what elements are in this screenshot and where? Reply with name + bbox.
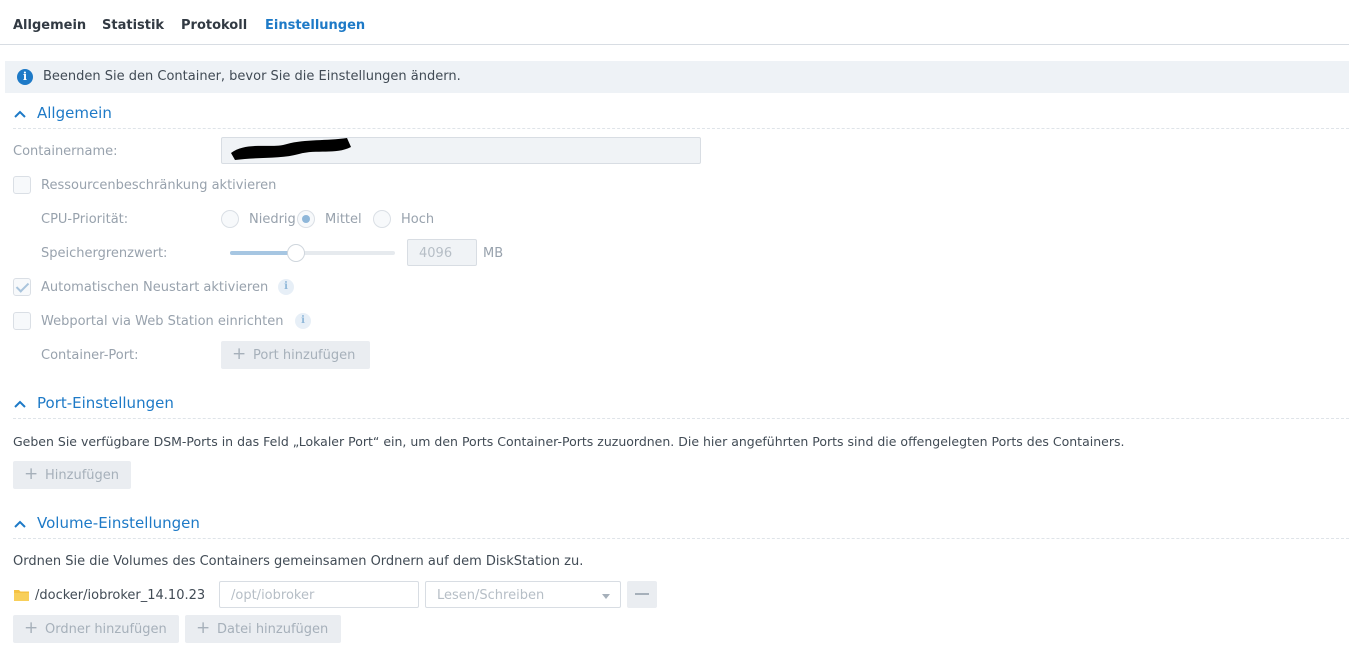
- auto-restart-checkbox[interactable]: [13, 278, 31, 296]
- volumes-description: Ordnen Sie die Volumes des Containers ge…: [13, 554, 584, 569]
- tab-bar: Allgemein Statistik Protokoll Einstellun…: [0, 0, 1349, 45]
- resource-limit-label: Ressourcenbeschränkung aktivieren: [41, 178, 277, 193]
- add-folder-button[interactable]: + Ordner hinzufügen: [13, 615, 179, 643]
- cpu-option-niedrig-label: Niedrig: [249, 212, 296, 227]
- tab-allgemein[interactable]: Allgemein: [13, 18, 86, 33]
- plus-icon: +: [196, 618, 211, 638]
- cpu-option-hoch-label: Hoch: [401, 212, 435, 227]
- auto-restart-info-icon[interactable]: i: [278, 279, 294, 295]
- cpu-radio-mittel[interactable]: [297, 210, 315, 228]
- ports-description: Geben Sie verfügbare DSM-Ports in das Fe…: [13, 434, 1125, 449]
- volume-permission-select[interactable]: Lesen/Schreiben: [425, 581, 621, 608]
- remove-volume-button[interactable]: [627, 581, 657, 608]
- memory-limit-label: Speichergrenzwert:: [41, 246, 168, 261]
- memory-limit-input[interactable]: 4096: [407, 239, 477, 266]
- info-notice: i Beenden Sie den Container, bevor Sie d…: [5, 61, 1349, 93]
- plus-icon: +: [24, 618, 39, 638]
- plus-icon: +: [24, 464, 39, 484]
- cpu-priority-label: CPU-Priorität:: [41, 212, 129, 227]
- section-header-ports[interactable]: Port-Einstellungen: [13, 391, 1349, 419]
- notice-text: Beenden Sie den Container, bevor Sie die…: [43, 69, 461, 84]
- tab-protokoll[interactable]: Protokoll: [181, 18, 247, 33]
- folder-icon: [14, 590, 29, 601]
- section-header-volumes[interactable]: Volume-Einstellungen: [13, 511, 1349, 539]
- tab-statistik[interactable]: Statistik: [102, 18, 164, 33]
- memory-slider-handle[interactable]: [287, 244, 305, 262]
- minus-icon: [635, 593, 649, 595]
- chevron-up-icon: [14, 520, 26, 528]
- tab-einstellungen[interactable]: Einstellungen: [265, 18, 365, 33]
- volume-mount-path-input[interactable]: /opt/iobroker: [219, 581, 419, 608]
- cpu-radio-hoch[interactable]: [373, 210, 391, 228]
- add-file-button[interactable]: + Datei hinzufügen: [185, 615, 341, 643]
- memory-unit-label: MB: [483, 246, 504, 261]
- info-icon: i: [17, 69, 33, 85]
- section-title-volumes: Volume-Einstellungen: [37, 514, 200, 532]
- redaction-mark: [231, 138, 351, 160]
- chevron-down-icon: [602, 594, 610, 599]
- cpu-option-mittel-label: Mittel: [325, 212, 362, 227]
- plus-icon: +: [232, 344, 247, 364]
- container-port-label: Container-Port:: [41, 348, 139, 363]
- webportal-checkbox[interactable]: [13, 312, 31, 330]
- section-header-general[interactable]: Allgemein: [13, 101, 1349, 129]
- section-title-ports: Port-Einstellungen: [37, 394, 174, 412]
- webportal-label: Webportal via Web Station einrichten: [41, 314, 284, 329]
- resource-limit-checkbox[interactable]: [13, 176, 31, 194]
- section-title-general: Allgemein: [37, 104, 112, 122]
- container-name-input[interactable]: [221, 137, 701, 164]
- chevron-up-icon: [14, 400, 26, 408]
- add-port-button[interactable]: + Port hinzufügen: [221, 341, 370, 369]
- memory-slider[interactable]: [230, 244, 395, 262]
- volume-folder-path: /docker/iobroker_14.10.23: [35, 588, 206, 603]
- add-port-mapping-button[interactable]: + Hinzufügen: [13, 461, 131, 489]
- webportal-info-icon[interactable]: i: [295, 313, 311, 329]
- container-name-label: Containername:: [13, 144, 118, 159]
- auto-restart-label: Automatischen Neustart aktivieren: [41, 280, 269, 295]
- chevron-up-icon: [14, 110, 26, 118]
- cpu-radio-niedrig[interactable]: [221, 210, 239, 228]
